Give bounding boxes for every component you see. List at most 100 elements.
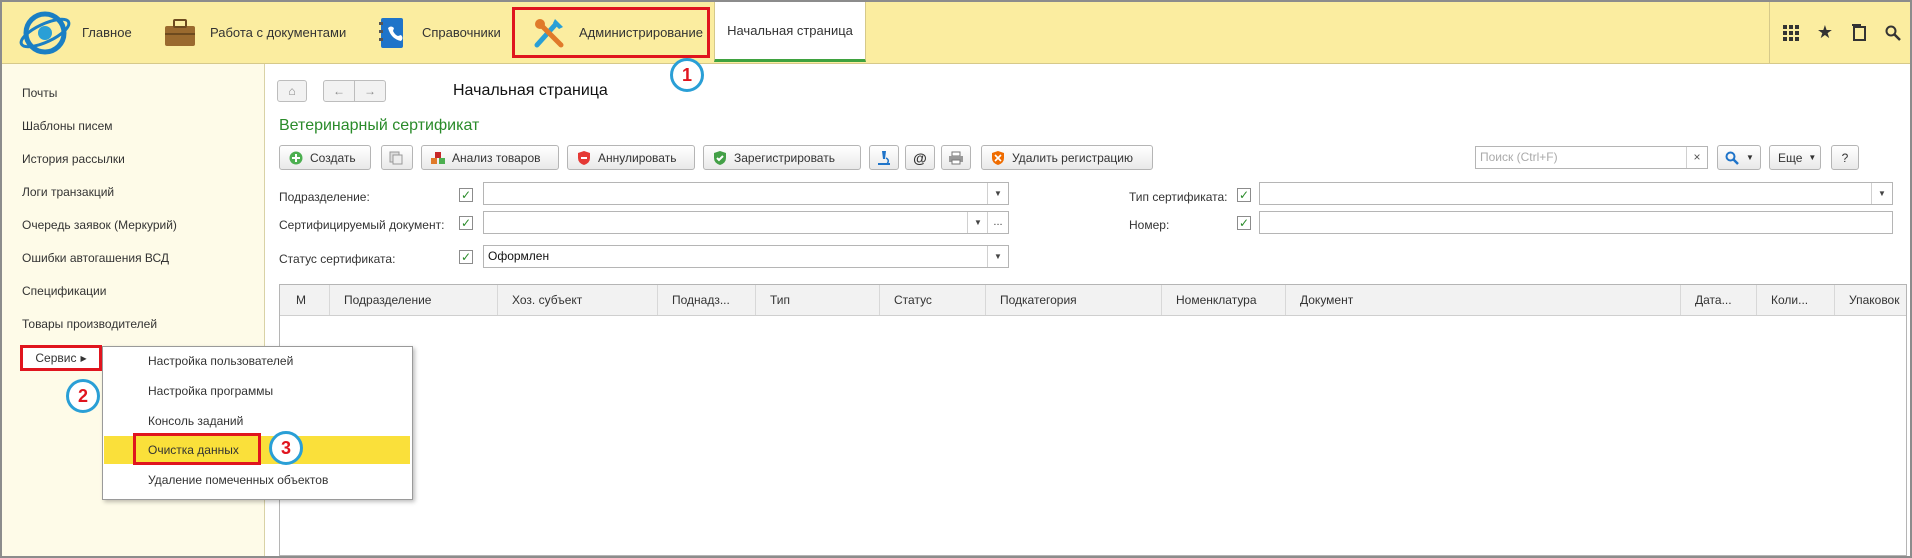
analyze-goods-button[interactable]: Анализ товаров bbox=[421, 145, 559, 170]
delete-registration-label: Удалить регистрацию bbox=[1012, 150, 1133, 165]
dropdown-caret-icon[interactable]: ▼ bbox=[967, 212, 988, 233]
dropdown-caret-icon: ▼ bbox=[1808, 153, 1817, 162]
search-input[interactable]: Поиск (Ctrl+F) × bbox=[1475, 146, 1708, 169]
email-button[interactable]: @ bbox=[905, 145, 935, 170]
shield-orange-icon bbox=[990, 150, 1006, 166]
cert-type-label: Тип сертификата: bbox=[1129, 190, 1228, 204]
main-workspace: ⌂ ← → Начальная страница Ветеринарный се… bbox=[265, 64, 1910, 556]
microscope-button[interactable] bbox=[869, 145, 899, 170]
microscope-icon bbox=[876, 150, 892, 166]
search-icon[interactable] bbox=[1876, 16, 1910, 50]
printer-icon bbox=[948, 150, 964, 166]
register-button[interactable]: Зарегистрировать bbox=[703, 145, 861, 170]
cert-type-checkbox[interactable]: ✓ bbox=[1237, 188, 1251, 202]
menu-item-delete-marked[interactable]: Удаление помеченных объектов bbox=[104, 466, 410, 494]
column-header[interactable]: Документ bbox=[1286, 285, 1681, 315]
sidebar-item-service[interactable]: Сервис ▶ bbox=[20, 345, 102, 371]
column-header[interactable]: Статус bbox=[880, 285, 986, 315]
back-button[interactable]: ← bbox=[323, 80, 355, 102]
create-button[interactable]: Создать bbox=[279, 145, 371, 170]
shield-red-icon bbox=[576, 150, 592, 166]
print-button[interactable] bbox=[941, 145, 971, 170]
magnifier-icon bbox=[1724, 150, 1740, 166]
star-icon[interactable]: ★ bbox=[1808, 16, 1842, 50]
column-header[interactable]: Номенклатура bbox=[1162, 285, 1286, 315]
briefcase-icon bbox=[160, 13, 200, 53]
search-options-button[interactable]: ▼ bbox=[1717, 145, 1761, 170]
section-administration-label: Администрирование bbox=[579, 25, 703, 40]
more-label: Еще bbox=[1778, 150, 1803, 165]
arrow-left-icon: ← bbox=[333, 84, 345, 98]
cert-type-field[interactable]: ▼ bbox=[1259, 182, 1893, 205]
annul-button[interactable]: Аннулировать bbox=[567, 145, 695, 170]
column-header[interactable]: Подкатегория bbox=[986, 285, 1162, 315]
sidebar-item-mailing-history[interactable]: История рассылки bbox=[22, 152, 125, 166]
sidebar-item-autoredemption-errors[interactable]: Ошибки автогашения ВСД bbox=[22, 251, 169, 265]
arrow-right-icon: → bbox=[364, 84, 376, 98]
section-references-label: Справочники bbox=[422, 25, 501, 40]
copy-button[interactable] bbox=[381, 145, 413, 170]
number-field[interactable] bbox=[1259, 211, 1893, 234]
column-header[interactable]: Тип bbox=[756, 285, 880, 315]
section-documents-label: Работа с документами bbox=[210, 25, 347, 40]
plus-icon bbox=[288, 150, 304, 166]
history-icon[interactable] bbox=[1842, 16, 1876, 50]
service-submenu: Настройка пользователей Настройка програ… bbox=[102, 346, 413, 500]
dropdown-caret-icon: ▼ bbox=[1746, 153, 1754, 162]
column-header[interactable]: Упаковок bbox=[1835, 285, 1906, 315]
sidebar-item-transaction-logs[interactable]: Логи транзакций bbox=[22, 185, 114, 199]
column-header[interactable]: Хоз. субъект bbox=[498, 285, 658, 315]
division-checkbox[interactable]: ✓ bbox=[459, 188, 473, 202]
step-badge-3: 3 bbox=[269, 431, 303, 465]
app-logo-icon[interactable] bbox=[18, 10, 72, 56]
sidebar-item-request-queue[interactable]: Очередь заявок (Меркурий) bbox=[22, 218, 177, 232]
dropdown-caret-icon[interactable]: ▼ bbox=[987, 183, 1008, 204]
certified-doc-label: Сертифицируемый документ: bbox=[279, 218, 445, 232]
delete-registration-button[interactable]: Удалить регистрацию bbox=[981, 145, 1153, 170]
apps-grid-icon[interactable] bbox=[1774, 16, 1808, 50]
help-button[interactable]: ? bbox=[1831, 145, 1859, 170]
home-icon: ⌂ bbox=[288, 84, 296, 98]
column-header[interactable]: Дата... bbox=[1681, 285, 1757, 315]
top-tools: ★ bbox=[1769, 2, 1910, 63]
dropdown-caret-icon[interactable]: ▼ bbox=[1871, 183, 1892, 204]
tab-start-page[interactable]: Начальная страница bbox=[714, 2, 866, 62]
column-header[interactable]: Коли... bbox=[1757, 285, 1835, 315]
section-references[interactable]: Справочники bbox=[372, 2, 501, 63]
sidebar-item-mail[interactable]: Почты bbox=[22, 86, 57, 100]
more-button[interactable]: Еще ▼ bbox=[1769, 145, 1821, 170]
search-clear-button[interactable]: × bbox=[1686, 147, 1707, 168]
column-header[interactable]: М bbox=[280, 285, 330, 315]
sidebar-item-mail-templates[interactable]: Шаблоны писем bbox=[22, 119, 113, 133]
step-badge-2: 2 bbox=[66, 379, 100, 413]
home-button[interactable]: ⌂ bbox=[277, 80, 307, 102]
search-placeholder: Поиск (Ctrl+F) bbox=[1480, 150, 1558, 164]
menu-item-program-settings[interactable]: Настройка программы bbox=[104, 377, 410, 405]
section-administration[interactable]: Администрирование bbox=[512, 7, 710, 58]
sections-panel: Главное Работа с документами Справочники… bbox=[2, 2, 1910, 64]
forward-button[interactable]: → bbox=[354, 80, 386, 102]
select-ellipsis-button[interactable]: ... bbox=[987, 212, 1008, 233]
sidebar-item-producer-goods[interactable]: Товары производителей bbox=[22, 317, 157, 331]
menu-item-user-settings[interactable]: Настройка пользователей bbox=[104, 347, 410, 375]
create-label: Создать bbox=[310, 150, 356, 165]
certified-doc-field[interactable]: ▼ ... bbox=[483, 211, 1009, 234]
status-checkbox[interactable]: ✓ bbox=[459, 250, 473, 264]
goods-icon bbox=[430, 150, 446, 166]
column-header[interactable]: Поднадз... bbox=[658, 285, 756, 315]
section-documents[interactable]: Работа с документами bbox=[160, 2, 346, 63]
column-header[interactable]: Подразделение bbox=[330, 285, 498, 315]
dropdown-caret-icon[interactable]: ▼ bbox=[987, 246, 1008, 267]
number-checkbox[interactable]: ✓ bbox=[1237, 216, 1251, 230]
division-field[interactable]: ▼ bbox=[483, 182, 1009, 205]
division-label: Подразделение: bbox=[279, 190, 370, 204]
page-title: Ветеринарный сертификат bbox=[279, 117, 480, 134]
section-home[interactable]: Главное bbox=[82, 2, 132, 63]
sidebar-item-specifications[interactable]: Спецификации bbox=[22, 284, 106, 298]
status-field[interactable]: Оформлен ▼ bbox=[483, 245, 1009, 268]
service-label: Сервис bbox=[35, 351, 77, 365]
menu-item-task-console[interactable]: Консоль заданий bbox=[104, 407, 410, 435]
tools-divider bbox=[1769, 2, 1770, 63]
certified-doc-checkbox[interactable]: ✓ bbox=[459, 216, 473, 230]
phonebook-icon bbox=[372, 13, 412, 53]
